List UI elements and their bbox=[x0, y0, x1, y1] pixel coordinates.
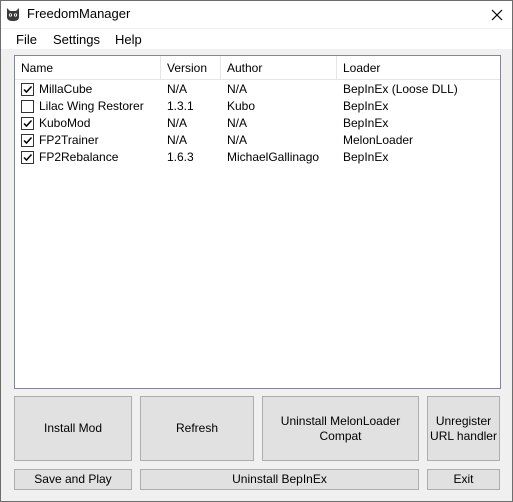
unregister-url-line2: URL handler bbox=[430, 428, 497, 443]
cell-author: Kubo bbox=[227, 99, 256, 113]
app-icon bbox=[5, 6, 21, 22]
cell-version: 1.6.3 bbox=[167, 150, 194, 164]
checkmark-icon bbox=[23, 153, 33, 162]
list-row[interactable]: Lilac Wing Restorer 1.3.1 Kubo BepInEx bbox=[15, 98, 500, 115]
install-mod-button[interactable]: Install Mod bbox=[14, 396, 132, 461]
mod-list[interactable]: Name Version Author Loader MillaCube N/A N… bbox=[14, 55, 501, 389]
uninstall-bepinex-button[interactable]: Uninstall BepInEx bbox=[140, 469, 419, 490]
column-header-author[interactable]: Author bbox=[221, 56, 337, 80]
close-icon bbox=[491, 9, 503, 20]
uninstall-melonloader-compat-button[interactable]: Uninstall MelonLoader Compat bbox=[262, 396, 419, 461]
menu-help[interactable]: Help bbox=[115, 32, 142, 47]
checkmark-icon bbox=[23, 136, 33, 145]
checkmark-icon bbox=[23, 119, 33, 128]
cell-version: N/A bbox=[167, 133, 188, 147]
row-checkbox[interactable] bbox=[21, 83, 34, 96]
unregister-url-line1: Unregister bbox=[435, 413, 492, 428]
cell-loader: BepInEx bbox=[343, 150, 389, 164]
cell-author: N/A bbox=[227, 133, 248, 147]
exit-button[interactable]: Exit bbox=[427, 469, 500, 490]
row-checkbox[interactable] bbox=[21, 134, 34, 147]
cell-version: N/A bbox=[167, 82, 188, 96]
row-checkbox[interactable] bbox=[21, 117, 34, 130]
row-checkbox[interactable] bbox=[21, 151, 34, 164]
list-header: Name Version Author Loader bbox=[15, 56, 500, 80]
checkmark-icon bbox=[23, 85, 33, 94]
save-and-play-button[interactable]: Save and Play bbox=[14, 469, 132, 490]
menu-bar: File Settings Help bbox=[1, 29, 512, 49]
refresh-button[interactable]: Refresh bbox=[140, 396, 254, 461]
cell-name: Lilac Wing Restorer bbox=[39, 99, 144, 113]
column-header-name[interactable]: Name bbox=[15, 56, 161, 80]
column-header-loader[interactable]: Loader bbox=[337, 56, 500, 80]
list-row[interactable]: FP2Rebalance 1.6.3 MichaelGallinago BepInEx bbox=[15, 149, 500, 166]
row-checkbox[interactable] bbox=[21, 100, 34, 113]
menu-settings[interactable]: Settings bbox=[53, 32, 100, 47]
app-window: FreedomManager File Settings Help Name V… bbox=[0, 0, 513, 502]
window-title: FreedomManager bbox=[27, 6, 131, 21]
cell-loader: MelonLoader bbox=[343, 133, 414, 147]
close-button[interactable] bbox=[482, 1, 512, 28]
menu-file[interactable]: File bbox=[16, 32, 37, 47]
cell-name: FP2Trainer bbox=[39, 133, 99, 147]
cell-version: N/A bbox=[167, 116, 188, 130]
cell-author: MichaelGallinago bbox=[227, 150, 320, 164]
cell-author: N/A bbox=[227, 82, 248, 96]
list-row[interactable]: FP2Trainer N/A N/A MelonLoader bbox=[15, 132, 500, 149]
cell-author: N/A bbox=[227, 116, 248, 130]
cell-name: MillaCube bbox=[39, 82, 93, 96]
cell-name: KuboMod bbox=[39, 116, 91, 130]
column-header-version[interactable]: Version bbox=[161, 56, 221, 80]
cell-loader: BepInEx bbox=[343, 99, 389, 113]
title-bar[interactable]: FreedomManager bbox=[1, 1, 512, 28]
unregister-url-handler-button[interactable]: Unregister URL handler bbox=[427, 396, 500, 461]
cell-version: 1.3.1 bbox=[167, 99, 194, 113]
list-row[interactable]: MillaCube N/A N/A BepInEx (Loose DLL) bbox=[15, 81, 500, 98]
cell-loader: BepInEx (Loose DLL) bbox=[343, 82, 458, 96]
cell-loader: BepInEx bbox=[343, 116, 389, 130]
cell-name: FP2Rebalance bbox=[39, 150, 119, 164]
list-row[interactable]: KuboMod N/A N/A BepInEx bbox=[15, 115, 500, 132]
